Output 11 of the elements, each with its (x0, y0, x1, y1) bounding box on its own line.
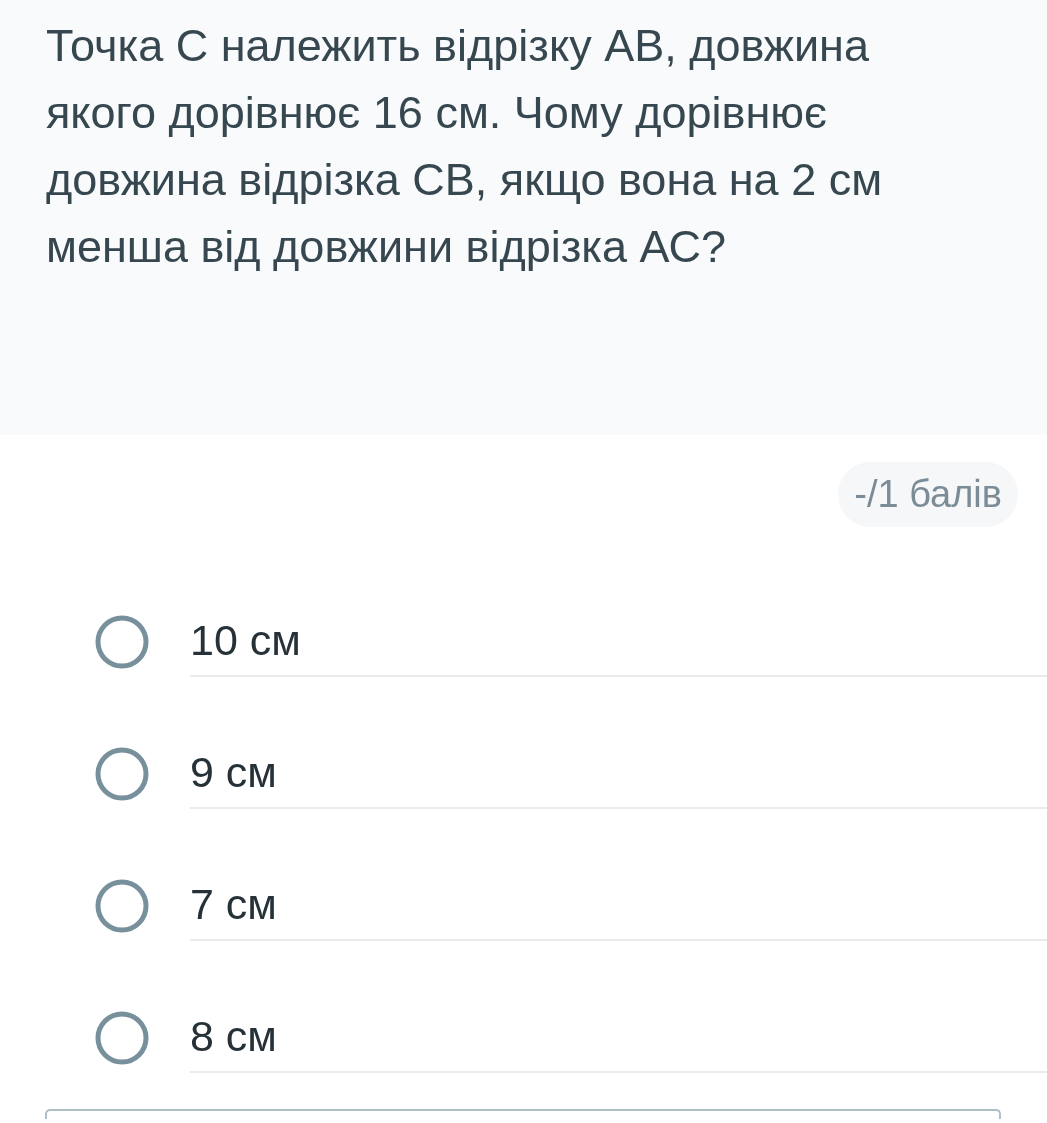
radio-button[interactable] (94, 614, 150, 670)
radio-button[interactable] (94, 1010, 150, 1066)
option-label: 8 см (190, 1001, 1047, 1073)
radio-button[interactable] (94, 878, 150, 934)
option-label: 9 см (190, 737, 1047, 809)
question-text: Точка С належить відрізку АВ, довжина якого дорівнює 16 см. Чому дорівнює довжина відрізка СВ, якщо вона на 2 см менша від довжини відрізка АС? (46, 19, 884, 274)
radio-button[interactable] (94, 746, 150, 802)
option-label: 10 см (190, 605, 1047, 677)
option-label: 7 см (190, 869, 1047, 941)
points-badge: -/1 балів (838, 462, 1018, 527)
text-field[interactable] (45, 1109, 1001, 1119)
